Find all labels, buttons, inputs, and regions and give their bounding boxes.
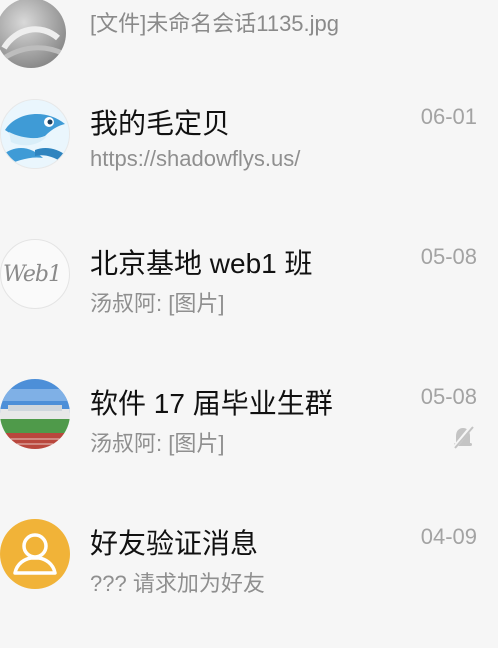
conversation-title: 软件 17 届毕业生群 — [90, 388, 333, 419]
conversation-row[interactable]: 软件 17 届毕业生群 05-08 汤叔阿: [图片] — [0, 372, 498, 492]
mute-bell-icon — [450, 424, 476, 450]
conversation-preview: 汤叔阿: [图片] — [90, 431, 225, 456]
cartoon-dolphin-avatar-icon — [0, 99, 70, 169]
gray-photo-avatar-icon — [0, 0, 66, 68]
conversation-title: 好友验证消息 — [90, 528, 259, 559]
web1-logo-text: Web1 — [3, 261, 62, 287]
person-outline-avatar-icon — [0, 519, 70, 589]
conversation-title: 北京基地 web1 班 — [90, 248, 313, 279]
conversation-date: 05-08 — [420, 244, 477, 269]
conversation-preview: [文件]未命名会话1135.jpg — [90, 11, 340, 36]
conversation-preview: ??? 请求加为好友 — [90, 571, 265, 596]
conversation-row[interactable]: [文件]未命名会话1135.jpg — [0, 0, 498, 68]
conversation-preview: https://shadowflys.us/ — [90, 146, 301, 171]
conversation-date: 05-08 — [420, 384, 477, 409]
web1-logo-avatar-icon: Web1 — [0, 239, 70, 309]
conversation-date: 04-09 — [420, 524, 477, 549]
conversation-row[interactable]: 好友验证消息 04-09 ??? 请求加为好友 — [0, 512, 498, 632]
conversation-row[interactable]: Web1 北京基地 web1 班 05-08 汤叔阿: [图片] — [0, 232, 498, 352]
stadium-photo-avatar-icon — [0, 379, 70, 449]
conversation-date: 06-01 — [420, 104, 477, 129]
conversation-row[interactable]: 我的毛定贝 06-01 https://shadowflys.us/ — [0, 92, 498, 212]
conversation-preview: 汤叔阿: [图片] — [90, 291, 225, 316]
conversation-list: [文件]未命名会话1135.jpg 我的毛定贝 06-01 https://sh… — [0, 0, 498, 648]
conversation-title: 我的毛定贝 — [90, 108, 231, 139]
